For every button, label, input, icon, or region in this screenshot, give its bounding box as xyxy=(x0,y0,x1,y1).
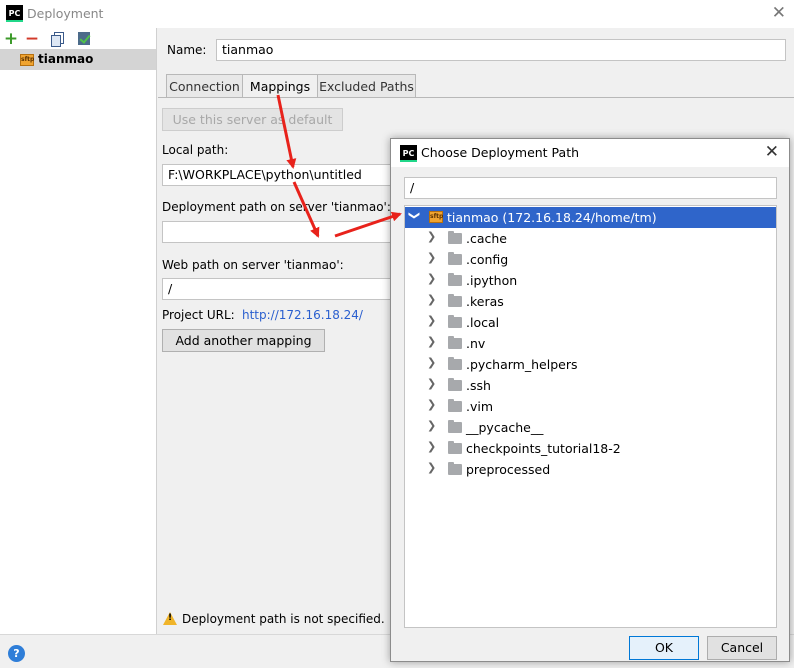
tree-item-folder[interactable]: ❯ .pycharm_helpers xyxy=(405,354,776,375)
folder-label: .keras xyxy=(466,294,504,309)
folder-icon xyxy=(448,441,462,454)
tree-item-folder[interactable]: ❯ .ssh xyxy=(405,375,776,396)
path-input[interactable]: / xyxy=(404,177,777,199)
folder-icon xyxy=(448,357,462,370)
deployment-path-input[interactable] xyxy=(162,221,397,243)
folder-icon xyxy=(448,231,462,244)
use-as-default-button[interactable]: Use this server as default xyxy=(162,108,343,131)
server-item-tianmao[interactable]: sftp tianmao xyxy=(0,49,156,70)
tab-connection[interactable]: Connection xyxy=(166,74,243,98)
tree-root-label: tianmao (172.16.18.24/home/tm) xyxy=(447,210,657,225)
folder-label: preprocessed xyxy=(466,462,551,477)
window-close-button[interactable]: ✕ xyxy=(772,3,786,23)
remote-folder-tree[interactable]: ❯ sftp tianmao (172.16.18.24/home/tm) ❯ … xyxy=(404,205,777,628)
chevron-right-icon[interactable]: ❯ xyxy=(427,230,436,243)
folder-label: .config xyxy=(466,252,509,267)
warning-message: Deployment path is not specified. xyxy=(182,612,385,626)
folder-icon xyxy=(448,399,462,412)
server-name-input[interactable]: tianmao xyxy=(216,39,786,61)
chevron-right-icon[interactable]: ❯ xyxy=(427,314,436,327)
tree-item-folder[interactable]: ❯ .nv xyxy=(405,333,776,354)
folder-label: .ssh xyxy=(466,378,491,393)
warning-icon: ! xyxy=(163,612,177,625)
dialog-close-button[interactable]: ✕ xyxy=(765,142,779,162)
deployment-path-label: Deployment path on server 'tianmao': xyxy=(162,200,391,214)
folder-label: .local xyxy=(466,315,500,330)
tree-item-folder[interactable]: ❯ checkpoints_tutorial18-2 xyxy=(405,438,776,459)
copy-server-icon[interactable] xyxy=(50,31,66,47)
tree-item-folder[interactable]: ❯ __pycache__ xyxy=(405,417,776,438)
remove-server-icon[interactable]: − xyxy=(24,31,40,48)
pycharm-app-icon: PC xyxy=(400,145,417,162)
folder-icon xyxy=(448,420,462,433)
dialog-title: Choose Deployment Path xyxy=(421,145,580,160)
tab-mappings[interactable]: Mappings xyxy=(242,74,318,98)
name-label: Name: xyxy=(167,43,207,57)
sftp-icon: sftp xyxy=(429,211,443,223)
tree-root-tianmao[interactable]: ❯ sftp tianmao (172.16.18.24/home/tm) xyxy=(405,207,776,228)
sftp-icon: sftp xyxy=(20,54,34,66)
tab-excluded-paths[interactable]: Excluded Paths xyxy=(317,74,416,98)
chevron-right-icon[interactable]: ❯ xyxy=(427,356,436,369)
chevron-right-icon[interactable]: ❯ xyxy=(427,293,436,306)
web-path-input[interactable]: / xyxy=(162,278,397,300)
server-item-label: tianmao xyxy=(38,52,94,66)
folder-icon xyxy=(448,336,462,349)
chevron-right-icon[interactable]: ❯ xyxy=(427,377,436,390)
chevron-right-icon[interactable]: ❯ xyxy=(427,398,436,411)
choose-deployment-path-dialog: PC Choose Deployment Path ✕ / ❯ sftp tia… xyxy=(390,138,790,662)
project-url-label: Project URL: xyxy=(162,308,235,322)
chevron-right-icon[interactable]: ❯ xyxy=(427,419,436,432)
pycharm-app-icon: PC xyxy=(6,5,23,22)
add-another-mapping-button[interactable]: Add another mapping xyxy=(162,329,325,352)
tab-divider xyxy=(158,97,794,98)
tree-item-folder[interactable]: ❯ .cache xyxy=(405,228,776,249)
folder-icon xyxy=(448,252,462,265)
window-titlebar: PC Deployment ✕ xyxy=(0,0,794,28)
folder-label: checkpoints_tutorial18-2 xyxy=(466,441,621,456)
add-server-icon[interactable]: + xyxy=(3,31,19,48)
dialog-titlebar: PC Choose Deployment Path ✕ xyxy=(391,139,789,167)
window-title: Deployment xyxy=(27,6,104,21)
local-path-label: Local path: xyxy=(162,143,229,157)
folder-icon xyxy=(448,462,462,475)
cancel-button[interactable]: Cancel xyxy=(707,636,777,660)
use-as-default-icon[interactable] xyxy=(76,31,92,47)
folder-icon xyxy=(448,378,462,391)
chevron-right-icon[interactable]: ❯ xyxy=(427,272,436,285)
tree-item-folder[interactable]: ❯ .keras xyxy=(405,291,776,312)
server-list-pane: + − sftp tianmao xyxy=(0,28,157,634)
folder-label: .nv xyxy=(466,336,486,351)
web-path-label: Web path on server 'tianmao': xyxy=(162,258,344,272)
folder-icon xyxy=(448,294,462,307)
tree-item-folder[interactable]: ❯ .vim xyxy=(405,396,776,417)
folder-icon xyxy=(448,273,462,286)
folder-label: .pycharm_helpers xyxy=(466,357,578,372)
chevron-expanded-icon[interactable]: ❯ xyxy=(408,211,421,220)
folder-label: .cache xyxy=(466,231,507,246)
tree-item-folder[interactable]: ❯ .config xyxy=(405,249,776,270)
chevron-right-icon[interactable]: ❯ xyxy=(427,461,436,474)
tree-item-folder[interactable]: ❯ preprocessed xyxy=(405,459,776,480)
chevron-right-icon[interactable]: ❯ xyxy=(427,440,436,453)
folder-label: .ipython xyxy=(466,273,518,288)
folder-label: .vim xyxy=(466,399,494,414)
chevron-right-icon[interactable]: ❯ xyxy=(427,335,436,348)
ok-button[interactable]: OK xyxy=(629,636,699,660)
project-url-link[interactable]: http://172.16.18.24/ xyxy=(242,308,363,322)
folder-icon xyxy=(448,315,462,328)
tree-item-folder[interactable]: ❯ .local xyxy=(405,312,776,333)
help-icon[interactable]: ? xyxy=(8,645,25,662)
tree-item-folder[interactable]: ❯ .ipython xyxy=(405,270,776,291)
local-path-input[interactable]: F:\WORKPLACE\python\untitled xyxy=(162,164,397,186)
chevron-right-icon[interactable]: ❯ xyxy=(427,251,436,264)
folder-label: __pycache__ xyxy=(466,420,544,435)
